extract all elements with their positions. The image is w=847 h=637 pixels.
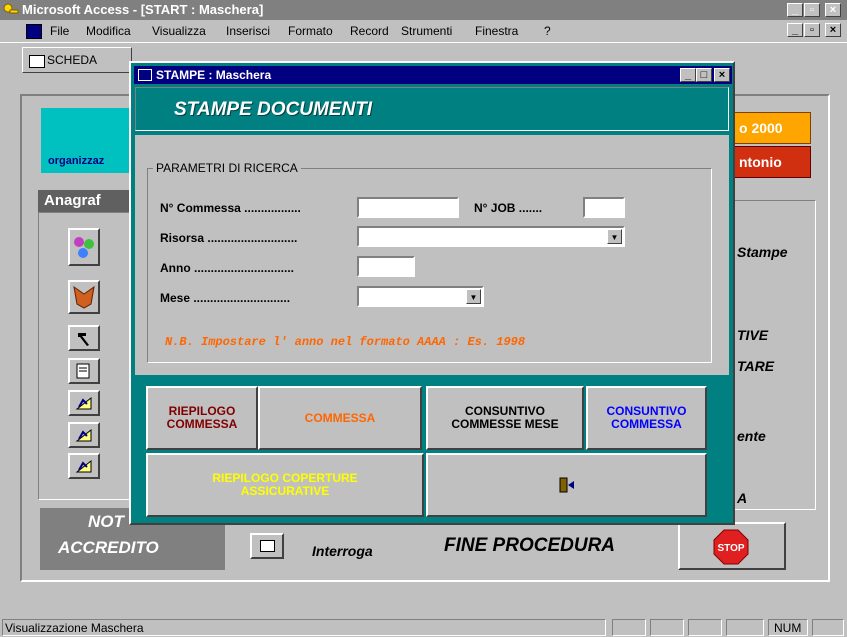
- user-badge: ntonio: [734, 146, 811, 178]
- year-badge: o 2000: [734, 112, 811, 144]
- flowers-icon[interactable]: [68, 228, 100, 266]
- mese-dropdown-arrow[interactable]: ▼: [466, 289, 481, 304]
- form-view-icon: [259, 540, 275, 552]
- status-text: Visualizzazione Maschera: [5, 621, 144, 635]
- app-title: Microsoft Access - [START : Maschera]: [22, 2, 264, 17]
- scheda-icon: [29, 55, 45, 68]
- commessa-button[interactable]: COMMESSA: [258, 386, 422, 450]
- dialog-header: STAMPE DOCUMENTI: [135, 87, 729, 131]
- app-restore-button[interactable]: ▫: [804, 3, 820, 17]
- report-icon-3[interactable]: [68, 453, 100, 479]
- menu-inserisci[interactable]: Inserisci: [226, 24, 270, 38]
- menu-record[interactable]: Record: [350, 24, 389, 38]
- commessa-input[interactable]: [357, 197, 459, 218]
- doc-restore-button[interactable]: ▫: [804, 23, 820, 37]
- edit-form-icon[interactable]: [68, 358, 100, 384]
- interroga-label: Interroga: [312, 543, 373, 559]
- status-num: NUM: [768, 619, 808, 636]
- accredito-label: ACCREDITO: [58, 538, 159, 557]
- app-close-button[interactable]: ×: [825, 3, 841, 17]
- consuntivo-commesse-mese-button[interactable]: CONSUNTIVO COMMESSE MESE: [426, 386, 584, 450]
- exit-door-icon: [559, 477, 574, 493]
- right-label-ente: ente: [737, 428, 766, 444]
- scheda-tab[interactable]: SCHEDA: [22, 47, 132, 73]
- commessa-label: N° Commessa .................: [160, 201, 301, 215]
- anagrafica-title: Anagraf: [38, 190, 138, 212]
- scheda-label: SCHEDA: [47, 53, 98, 67]
- app-minimize-button[interactable]: _: [787, 3, 803, 17]
- stop-sign-icon: STOP: [713, 529, 749, 565]
- year-format-note: N.B. Impostare l' anno nel formato AAAA …: [165, 335, 526, 349]
- access-key-icon: [3, 2, 19, 18]
- stop-button[interactable]: STOP: [678, 522, 786, 570]
- parameters-panel: PARAMETRI DI RICERCA N° Commessa .......…: [135, 135, 729, 375]
- dialog-form-icon: [138, 69, 152, 81]
- riepilogo-commessa-button[interactable]: RIEPILOGO COMMESSA: [146, 386, 258, 450]
- doc-minimize-button[interactable]: _: [787, 23, 803, 37]
- riepilogo-coperture-button[interactable]: RIEPILOGO COPERTURE ASSICURATIVE: [146, 453, 424, 517]
- menu-strumenti[interactable]: Strumenti: [401, 24, 452, 38]
- dialog-close-button[interactable]: ×: [714, 68, 730, 82]
- dialog-header-title: STAMPE DOCUMENTI: [174, 99, 373, 120]
- anno-label: Anno ..............................: [160, 261, 295, 275]
- status-indicator-6: [812, 619, 844, 636]
- menu-finestra[interactable]: Finestra: [475, 24, 518, 38]
- dialog-minimize-button[interactable]: _: [680, 68, 696, 82]
- dialog-maximize-button[interactable]: □: [696, 68, 712, 82]
- fine-procedura-label: FINE PROCEDURA: [444, 535, 616, 556]
- form-icon: [26, 24, 42, 39]
- job-label: N° JOB .......: [474, 201, 543, 215]
- mese-label: Mese .............................: [160, 291, 291, 305]
- right-label-tive: TIVE: [737, 327, 769, 343]
- hammer-icon[interactable]: [68, 325, 100, 351]
- report-icon-1[interactable]: [68, 390, 100, 416]
- menu-modifica[interactable]: Modifica: [86, 24, 131, 38]
- right-label-stampe: Stampe: [737, 244, 788, 260]
- risorsa-select[interactable]: ▼: [357, 226, 625, 247]
- app-title-bar: Microsoft Access - [START : Maschera] _ …: [0, 0, 847, 20]
- dialog-title: STAMPE : Maschera: [156, 68, 272, 82]
- status-indicator-4: [726, 619, 764, 636]
- status-text-box: Visualizzazione Maschera: [2, 619, 606, 636]
- nota-label: NOT: [88, 512, 124, 531]
- menu-bar: File Modifica Visualizza Inserisci Forma…: [0, 20, 847, 42]
- interroga-button[interactable]: [250, 533, 284, 559]
- menu-visualizza[interactable]: Visualizza: [152, 24, 206, 38]
- doc-close-button[interactable]: ×: [825, 23, 841, 37]
- report-icon-2[interactable]: [68, 422, 100, 448]
- parameters-group-label: PARAMETRI DI RICERCA: [153, 161, 301, 175]
- dialog-title-bar: STAMPE : Maschera _ □ ×: [134, 66, 732, 84]
- consuntivo-commessa-button[interactable]: CONSUNTIVO COMMESSA: [586, 386, 707, 450]
- stampe-dialog: STAMPE : Maschera _ □ × STAMPE DOCUMENTI…: [129, 61, 735, 525]
- right-label-tare: TARE: [737, 358, 775, 374]
- exit-button[interactable]: [426, 453, 707, 517]
- risorsa-label: Risorsa ...........................: [160, 231, 298, 245]
- status-bar: Visualizzazione Maschera NUM: [0, 616, 847, 637]
- menu-formato[interactable]: Formato: [288, 24, 333, 38]
- status-indicator-2: [650, 619, 684, 636]
- organizzazione-label: organizzaz: [41, 108, 141, 173]
- status-indicator-3: [688, 619, 722, 636]
- mese-select[interactable]: ▼: [357, 286, 484, 307]
- fox-icon[interactable]: [68, 280, 100, 314]
- risorsa-dropdown-arrow[interactable]: ▼: [607, 229, 622, 244]
- status-indicator-1: [612, 619, 646, 636]
- job-input[interactable]: [583, 197, 625, 218]
- menu-file[interactable]: File: [50, 24, 69, 38]
- menu-help[interactable]: ?: [544, 24, 551, 38]
- right-label-a: A: [737, 490, 748, 506]
- anno-input[interactable]: [357, 256, 415, 277]
- svg-text:STOP: STOP: [717, 543, 744, 554]
